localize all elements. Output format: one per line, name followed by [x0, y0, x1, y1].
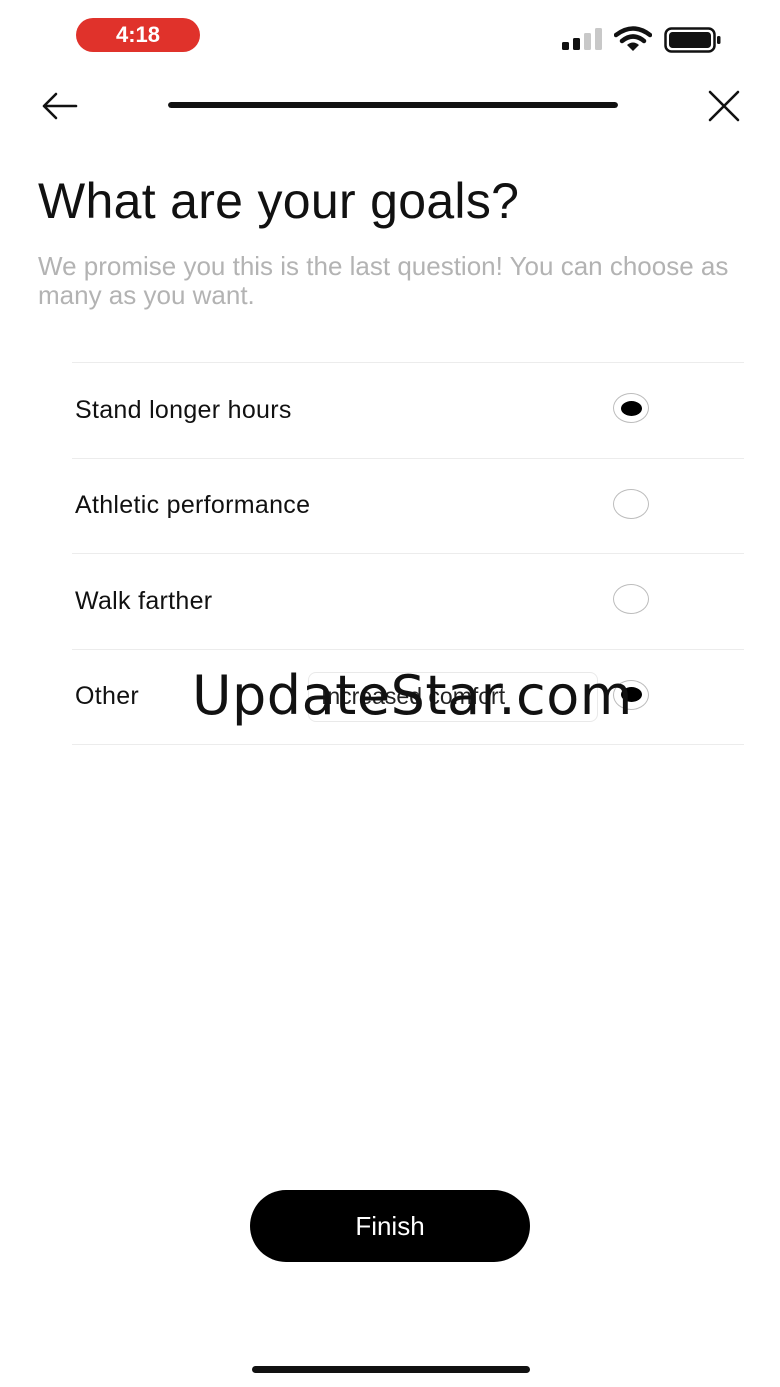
radio-selected-dot — [620, 400, 642, 416]
page-subtitle: We promise you this is the last question… — [38, 251, 729, 310]
home-indicator — [252, 1366, 530, 1373]
radio-button[interactable] — [613, 679, 649, 710]
close-button[interactable] — [702, 84, 746, 128]
goals-options-list: Stand longer hours Athletic performance … — [72, 362, 744, 745]
radio-button[interactable] — [613, 584, 649, 614]
option-label: Other — [75, 682, 140, 711]
option-label: Athletic performance — [75, 491, 311, 520]
option-stand-longer-hours[interactable]: Stand longer hours — [72, 363, 744, 459]
option-athletic-performance[interactable]: Athletic performance — [72, 459, 744, 554]
option-label: Walk farther — [75, 586, 213, 615]
cellular-signal-icon — [562, 28, 602, 50]
finish-button[interactable]: Finish — [250, 1190, 530, 1262]
close-icon — [708, 90, 740, 122]
page-title: What are your goals? — [38, 173, 520, 229]
back-button[interactable] — [36, 86, 84, 126]
status-time: 4:18 — [76, 18, 200, 52]
radio-button[interactable] — [613, 393, 649, 423]
battery-icon — [664, 27, 721, 53]
radio-button[interactable] — [613, 488, 649, 519]
option-walk-farther[interactable]: Walk farther — [72, 554, 744, 650]
wifi-icon — [614, 26, 652, 51]
nav-bar — [0, 70, 780, 142]
status-bar: 4:18 — [0, 0, 780, 70]
progress-fill — [168, 102, 618, 108]
option-label: Stand longer hours — [75, 395, 292, 424]
option-other[interactable]: Other — [72, 650, 744, 745]
progress-bar — [168, 102, 618, 108]
other-goal-input[interactable] — [308, 671, 598, 722]
arrow-left-icon — [42, 92, 78, 120]
radio-selected-dot — [620, 687, 642, 702]
